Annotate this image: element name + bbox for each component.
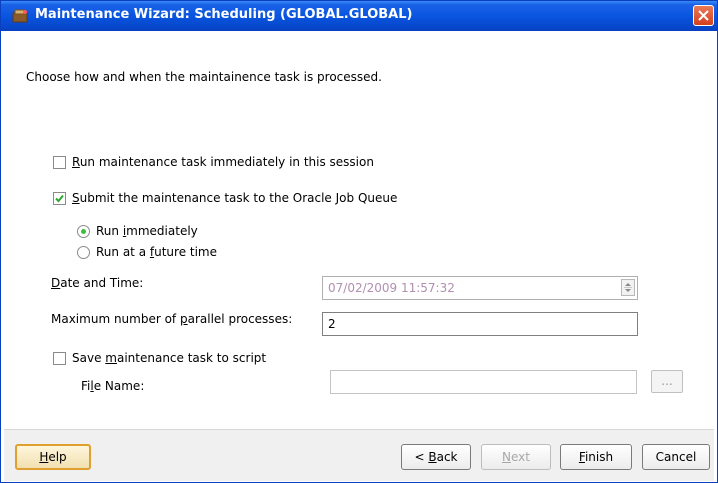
cancel-button[interactable]: Cancel (642, 444, 710, 470)
submit-job-queue-label[interactable]: Submit the maintenance task to the Oracl… (72, 191, 397, 205)
save-script-label[interactable]: Save maintenance task to script (72, 351, 266, 365)
date-time-value: 07/02/2009 11:57:32 (328, 281, 455, 295)
window-title: Maintenance Wizard: Scheduling (GLOBAL.G… (35, 7, 413, 22)
wizard-content: Choose how and when the maintainence tas… (4, 31, 714, 429)
checkmark-icon (55, 194, 64, 203)
save-script-checkbox[interactable] (53, 352, 66, 365)
parallel-processes-label: Maximum number of parallel processes: (51, 312, 293, 326)
wizard-app-icon (12, 9, 29, 23)
next-button[interactable]: Next (481, 444, 551, 470)
back-button[interactable]: < Back (401, 444, 471, 470)
close-icon (698, 10, 709, 21)
close-button[interactable] (693, 5, 714, 26)
finish-button[interactable]: Finish (560, 444, 632, 470)
submit-job-queue-checkbox[interactable] (53, 192, 66, 205)
spinner-arrows-icon (624, 283, 632, 292)
parallel-processes-value: 2 (328, 317, 336, 331)
run-in-session-checkbox[interactable] (53, 156, 66, 169)
parallel-processes-field[interactable]: 2 (322, 312, 638, 336)
radio-run-future[interactable] (77, 246, 90, 259)
date-time-label: Date and Time: (51, 276, 144, 290)
help-button[interactable]: Help (15, 444, 91, 470)
intro-text: Choose how and when the maintainence tas… (26, 70, 382, 84)
title-bar[interactable]: Maintenance Wizard: Scheduling (GLOBAL.G… (1, 1, 717, 31)
browse-file-button[interactable]: ... (651, 370, 683, 393)
date-time-spinner[interactable] (621, 279, 635, 296)
radio-run-immediately-label[interactable]: Run immediately (96, 224, 198, 238)
wizard-footer: Help < Back Next Finish Cancel (4, 429, 714, 481)
run-in-session-label[interactable]: Run maintenance task immediately in this… (72, 155, 374, 169)
date-time-field[interactable]: 07/02/2009 11:57:32 (322, 276, 638, 300)
maintenance-wizard-window: Maintenance Wizard: Scheduling (GLOBAL.G… (0, 0, 718, 483)
file-name-label: File Name: (81, 379, 145, 393)
file-name-field[interactable] (330, 370, 637, 394)
radio-selected-dot (81, 229, 86, 234)
radio-run-immediately[interactable] (77, 225, 90, 238)
radio-run-future-label[interactable]: Run at a future time (96, 245, 217, 259)
